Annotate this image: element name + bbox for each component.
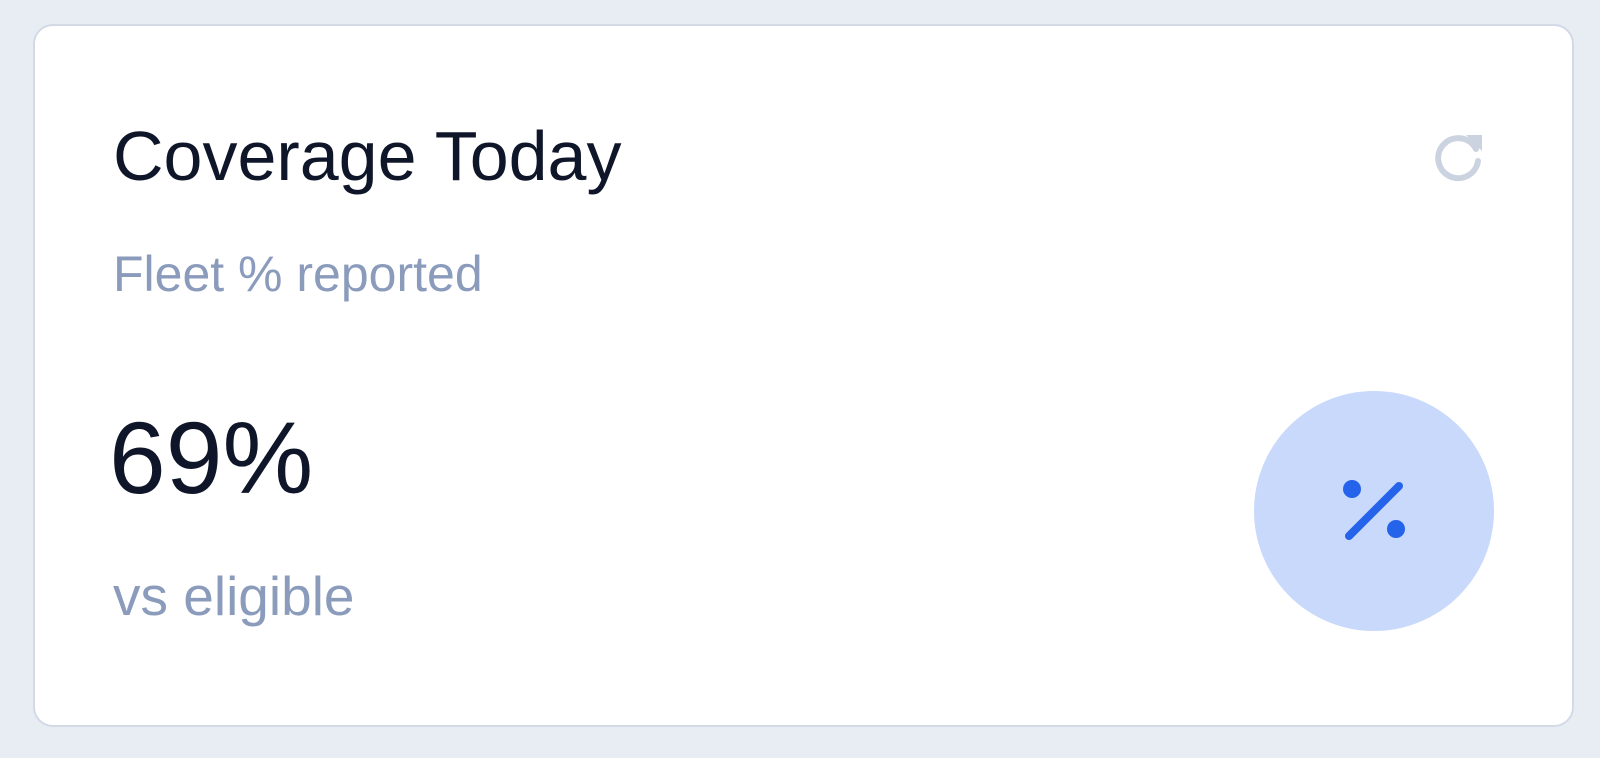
refresh-icon — [1426, 125, 1490, 194]
coverage-value: 69% — [109, 401, 314, 515]
value-caption: vs eligible — [113, 565, 355, 627]
percent-badge — [1254, 391, 1494, 631]
refresh-button[interactable] — [1423, 124, 1493, 194]
percent-icon — [1329, 464, 1419, 559]
card-title: Coverage Today — [113, 117, 622, 195]
card-subtitle: Fleet % reported — [113, 246, 483, 302]
coverage-card: Coverage Today Fleet % reported 69% vs e… — [33, 24, 1574, 727]
